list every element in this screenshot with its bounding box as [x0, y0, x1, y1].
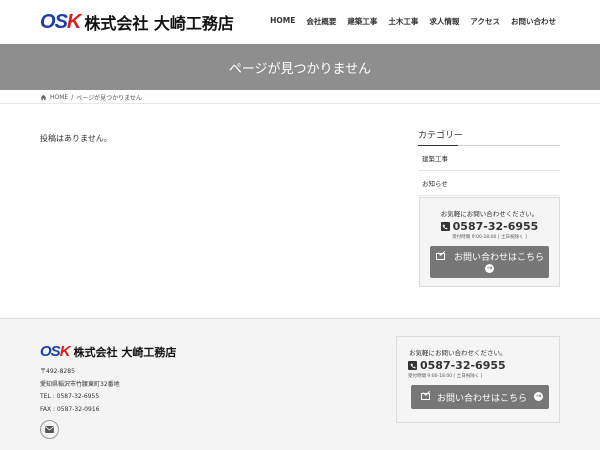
nav-company[interactable]: 会社概要	[306, 16, 336, 27]
breadcrumb-bar: HOME / ページが見つかりません	[0, 90, 600, 104]
footer-logo-mark: OSK	[40, 343, 71, 360]
footer-mail-button[interactable]	[40, 420, 59, 439]
arrow-right-circle-icon: →	[485, 264, 494, 273]
nav-recruit[interactable]: 求人情報	[429, 16, 459, 27]
site-footer: OSK 株式会社 大崎工務店 〒492-8285 愛知県稲沢市竹腰東町32番地 …	[0, 318, 600, 450]
breadcrumb-separator: /	[71, 94, 74, 101]
footer-contact-hours: 受付時間 9:00-18:00 [ 土日祝除く ]	[408, 374, 483, 379]
sidebar: カテゴリー 建築工事 お知らせ	[418, 128, 560, 196]
logo-company-name: 株式会社 大崎工務店	[84, 14, 234, 33]
contact-hours: 受付時間 9:00-18:00 [ 土日祝除く ]	[452, 235, 527, 240]
phone-icon	[408, 361, 417, 370]
footer-fax: FAX : 0587-32-0916	[40, 405, 100, 413]
footer-contact-tel-number[interactable]: 0587-32-6955	[420, 359, 506, 372]
footer-info: 〒492-8285 愛知県稲沢市竹腰東町32番地 TEL : 0587-32-6…	[40, 366, 120, 416]
nav-civil[interactable]: 土木工事	[388, 16, 418, 27]
site-header: OSK 株式会社 大崎工務店 HOME 会社概要 建築工事 土木工事 求人情報 …	[0, 0, 600, 44]
envelope-icon	[45, 426, 54, 433]
footer-contact-message: お気軽にお問い合わせください。	[409, 349, 507, 357]
footer-company-name: 株式会社 大崎工務店	[73, 346, 177, 359]
category-link-news[interactable]: お知らせ	[418, 171, 560, 196]
breadcrumb-home-link[interactable]: HOME	[50, 94, 68, 101]
footer-contact-box: お気軽にお問い合わせください。 0587-32-6955 受付時間 9:00-1…	[396, 336, 560, 423]
arrow-right-circle-icon: →	[534, 392, 543, 401]
footer-address: 愛知県稲沢市竹腰東町32番地	[40, 380, 120, 388]
phone-icon	[440, 222, 450, 231]
footer-tel: TEL : 0587-32-6955	[40, 393, 100, 400]
home-icon	[40, 94, 47, 101]
nav-access[interactable]: アクセス	[470, 16, 500, 27]
nav-architecture[interactable]: 建築工事	[347, 16, 377, 27]
page-title: ページが見つかりません	[228, 61, 372, 77]
logo-mark: OSK	[40, 11, 81, 33]
sidebar-contact-box: お気軽にお問い合わせください。 0587-32-6955 受付時間 9:00-1…	[419, 197, 560, 287]
category-link-architecture[interactable]: 建築工事	[418, 146, 560, 171]
no-posts-message: 投稿はありません。	[40, 134, 112, 143]
site-logo[interactable]: OSK 株式会社 大崎工務店	[40, 10, 234, 34]
nav-home[interactable]: HOME	[270, 16, 295, 27]
breadcrumb: HOME / ページが見つかりません	[40, 93, 142, 102]
envelope-icon	[436, 253, 445, 260]
contact-button[interactable]: お問い合わせはこちら →	[430, 246, 549, 278]
envelope-icon	[421, 393, 430, 400]
footer-contact-button[interactable]: お問い合わせはこちら →	[411, 385, 549, 409]
contact-tel-number[interactable]: 0587-32-6955	[453, 220, 539, 233]
page-title-banner: ページが見つかりません	[0, 44, 600, 90]
contact-message: お気軽にお問い合わせください。	[440, 210, 539, 218]
contact-button-label: お問い合わせはこちら	[454, 253, 545, 263]
footer-postal: 〒492-8285	[40, 368, 75, 375]
footer-logo[interactable]: OSK 株式会社 大崎工務店	[40, 343, 176, 361]
nav-contact[interactable]: お問い合わせ	[511, 16, 556, 27]
contact-tel: 0587-32-6955	[420, 220, 559, 233]
footer-contact-button-label: お問い合わせはこちら	[437, 394, 528, 404]
main-nav: HOME 会社概要 建築工事 土木工事 求人情報 アクセス お問い合わせ	[259, 16, 556, 27]
breadcrumb-current: ページが見つかりません	[76, 95, 142, 102]
category-heading: カテゴリー	[418, 128, 560, 146]
footer-contact-tel: 0587-32-6955	[408, 359, 559, 372]
